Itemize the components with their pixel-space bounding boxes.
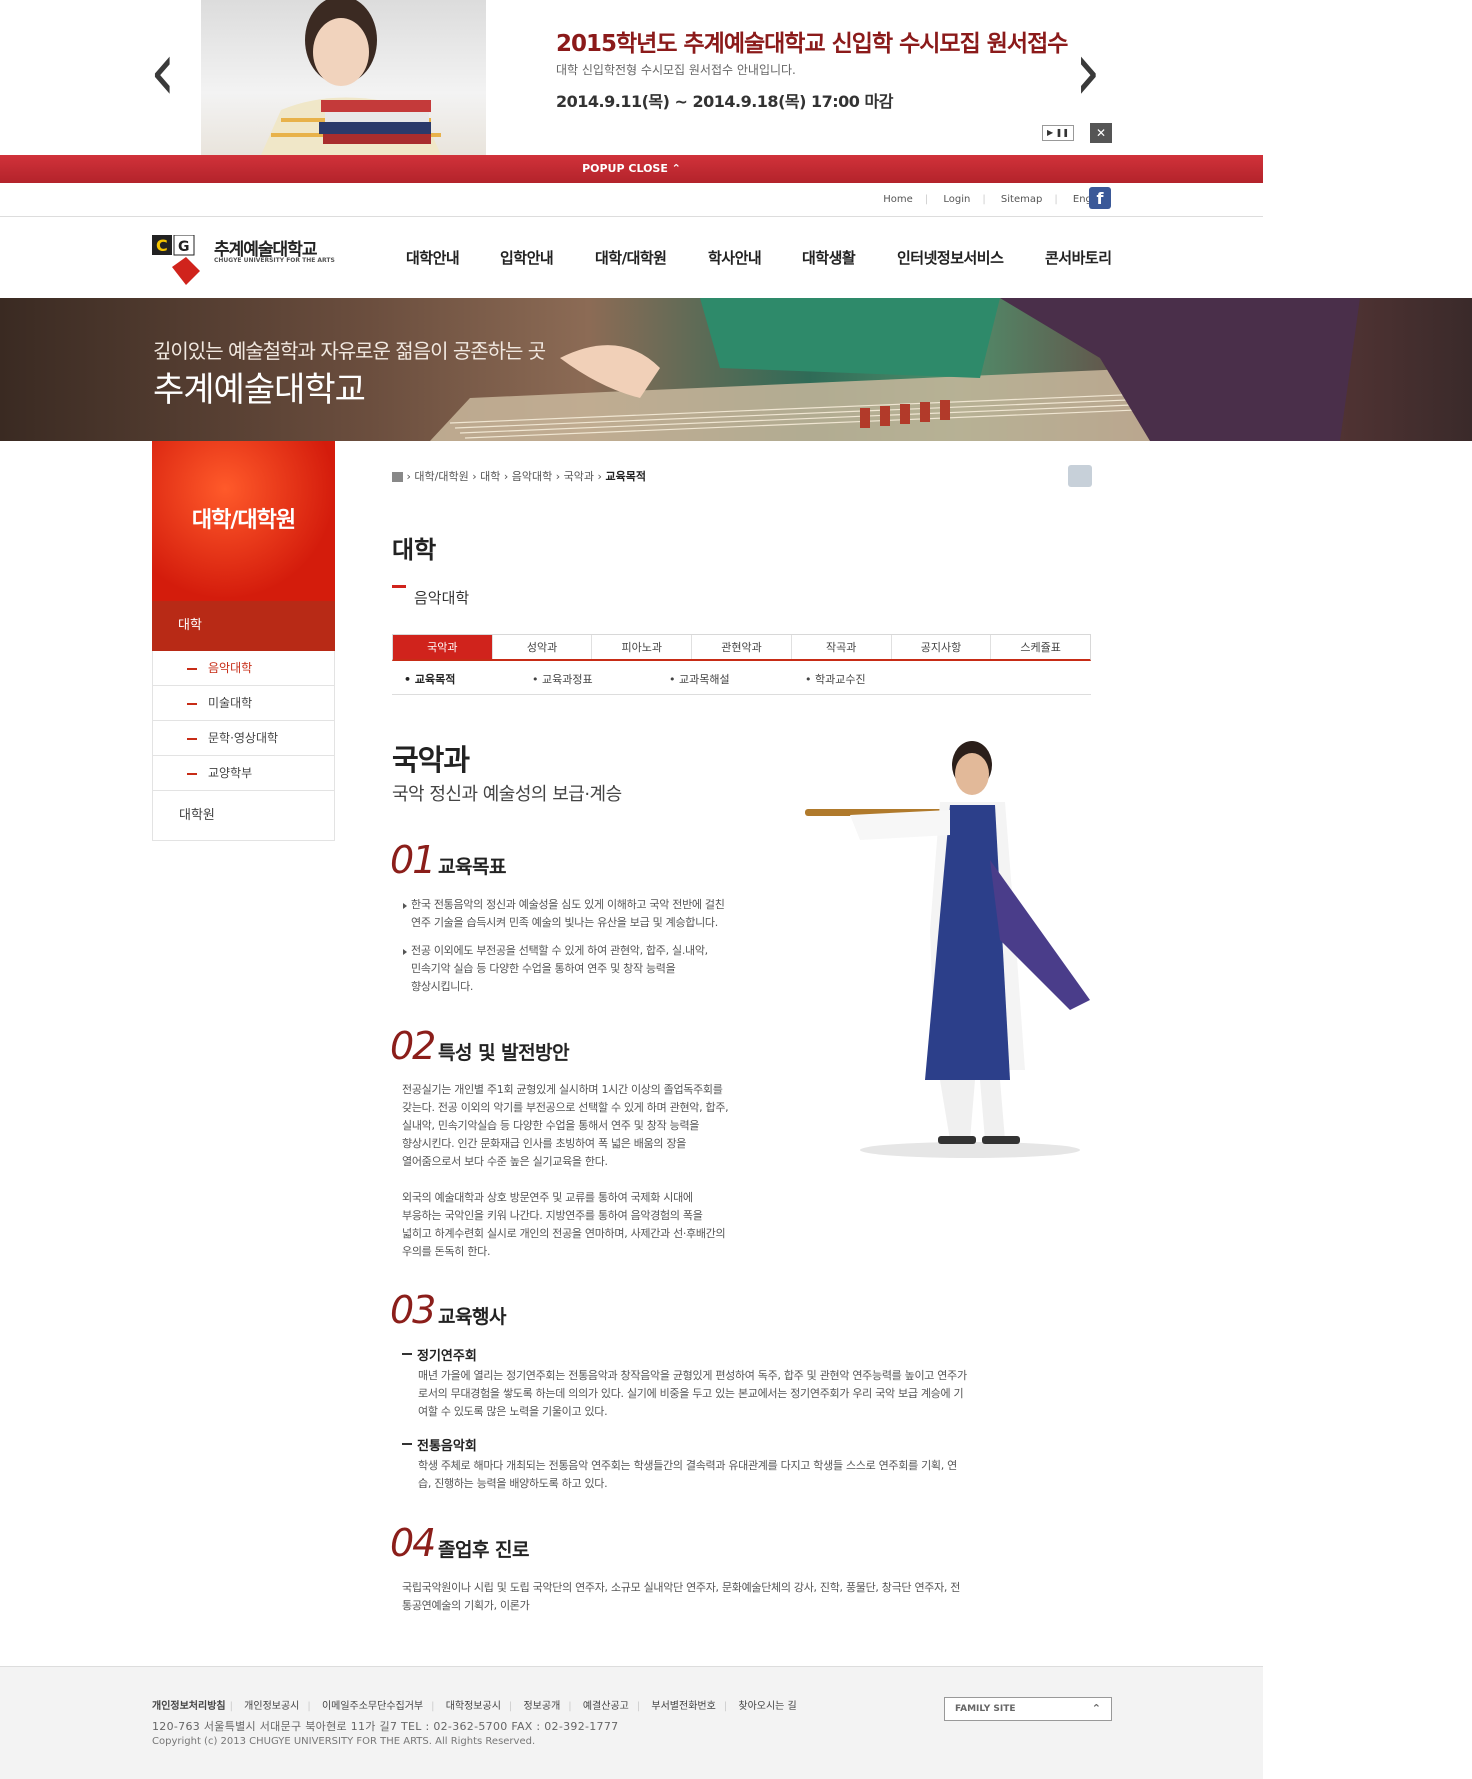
- section-title: 특성 및 발전방안: [438, 1042, 570, 1064]
- paragraph: 외국의 예술대학과 상호 방문연주 및 교류를 통하여 국제화 시대에 부응하는 …: [402, 1191, 726, 1258]
- logo[interactable]: C G 추계예술대학교 CHUGYE UNIVERSITY FOR THE AR…: [152, 234, 352, 290]
- tab-korean-music[interactable]: 국악과: [393, 635, 493, 659]
- lnb-item-college[interactable]: 대학: [152, 601, 335, 651]
- subtab-curriculum[interactable]: • 교육과정표: [532, 671, 593, 687]
- lnb-sub-art[interactable]: 미술대학: [152, 686, 335, 721]
- footer-copyright: Copyright (c) 2013 CHUGYE UNIVERSITY FOR…: [152, 1736, 536, 1747]
- tab-vocal[interactable]: 성악과: [493, 635, 593, 659]
- subtab-course-description[interactable]: • 교과목해설: [669, 671, 730, 687]
- lnb-title: 대학/대학원: [152, 441, 335, 601]
- gnb-internet-service[interactable]: 인터넷정보서비스: [897, 247, 1004, 268]
- tab-schedule[interactable]: 스케쥴표: [991, 635, 1090, 659]
- paragraph: 국립국악원이나 시립 및 도립 국악단의 연주자, 소규모 실내악단 연주자, …: [402, 1581, 961, 1612]
- list-item: 한국 전통음악의 정신과 예술성을 심도 있게 이해하고 국악 전반에 걸친 연주…: [403, 896, 725, 932]
- section-number: 02: [390, 1024, 436, 1068]
- section-title: 교육목표: [438, 856, 506, 878]
- gnb-college[interactable]: 대학/대학원: [595, 247, 667, 268]
- footer-link[interactable]: 찾아오시는 길: [734, 1701, 800, 1712]
- department-tabs: 국악과 성악과 피아노과 관현악과 작곡과 공지사항 스케쥴표: [392, 634, 1091, 661]
- tab-composition[interactable]: 작곡과: [792, 635, 892, 659]
- footer-links: 개인정보처리방침 | 개인정보공시 | 이메일주소무단수집거부 | 대학정보공시 | 정…: [152, 1697, 801, 1712]
- gnb-academic[interactable]: 학사안내: [708, 247, 762, 268]
- subtab-faculty[interactable]: • 학과교수진: [805, 671, 866, 687]
- breadcrumb-current: 교육목적: [605, 470, 646, 483]
- gnb-about[interactable]: 대학안내: [406, 247, 460, 268]
- popup-banner: ‹ 2015학년도 추계예술대학교 신입학 수시모집 원서접수 대학 신입학전형…: [0, 0, 1263, 155]
- popup-student-photo: [201, 0, 486, 155]
- banner-subtitle: 깊이있는 예술철학과 자유로운 젊음이 공존하는 곳: [153, 339, 546, 363]
- family-site-select[interactable]: FAMILY SITE ⌃: [944, 1697, 1112, 1721]
- close-icon[interactable]: ✕: [1090, 123, 1112, 143]
- musician-photo: [800, 740, 1100, 1160]
- logo-mark-icon: C G: [152, 234, 200, 285]
- tab-piano[interactable]: 피아노과: [592, 635, 693, 659]
- popup-date: 2014.9.11(목) ~ 2014.9.18(목) 17:00 마감: [556, 92, 893, 111]
- util-link-sitemap[interactable]: Sitemap: [995, 194, 1048, 205]
- popup-close-bar[interactable]: POPUP CLOSE ⌃: [0, 155, 1263, 183]
- section-number: 03: [390, 1288, 436, 1332]
- footer-link[interactable]: 부서별전화번호: [647, 1701, 719, 1712]
- lnb-sub-liberal-arts[interactable]: 교양학부: [152, 756, 335, 791]
- section-title: 교육행사: [438, 1306, 506, 1328]
- footer-link[interactable]: 예결산공고: [579, 1701, 633, 1712]
- footer-address: 120-763 서울특별시 서대문구 북아현로 11가 길7 TEL : 02-…: [152, 1720, 619, 1733]
- svg-text:C: C: [156, 236, 168, 255]
- lnb-sub-music[interactable]: 음악대학: [152, 651, 335, 686]
- footer-link[interactable]: 이메일주소무단수집거부: [318, 1701, 427, 1712]
- next-arrow-icon[interactable]: ›: [1075, 30, 1101, 113]
- side-navigation: 대학/대학원 대학 음악대학 미술대학 문학·영상대학 교양학부 대학원: [152, 441, 335, 841]
- tab-orchestra[interactable]: 관현악과: [692, 635, 792, 659]
- util-link-login[interactable]: Login: [937, 194, 976, 205]
- footer-link-privacy[interactable]: 개인정보처리방침: [152, 1701, 226, 1712]
- event-title: 전통음악회: [402, 1435, 477, 1454]
- chevron-up-icon: ⌃: [1091, 1702, 1101, 1715]
- banner-title: 추계예술대학교: [153, 370, 366, 410]
- logo-name-en: CHUGYE UNIVERSITY FOR THE ARTS: [214, 257, 335, 264]
- section-number: 04: [390, 1521, 436, 1565]
- gnb-campus-life[interactable]: 대학생활: [802, 247, 856, 268]
- gnb-admission[interactable]: 입학안내: [500, 247, 554, 268]
- section-number: 01: [390, 838, 436, 882]
- list-item: 전공 이외에도 부전공을 선택할 수 있게 하여 관현악, 합주, 실.내악, 민…: [403, 942, 708, 996]
- paragraph: 전공실기는 개인별 주1회 균형있게 실시하며 1시간 이상의 졸업독주회를 갖는…: [402, 1083, 729, 1168]
- department-tagline: 국악 정신과 예술성의 보급·계승: [392, 784, 622, 805]
- page-title: 대학: [392, 536, 437, 564]
- page-subtitle: 음악대학: [392, 585, 469, 608]
- lnb-item-graduate[interactable]: 대학원: [152, 791, 335, 841]
- paragraph: 매년 가을에 열리는 정기연주회는 전통음악과 창작음악을 균형있게 편성하여 …: [418, 1369, 967, 1418]
- section-title: 졸업후 진로: [438, 1539, 530, 1561]
- popup-subtitle: 대학 신입학전형 수시모집 원서접수 안내입니다.: [556, 63, 796, 77]
- utility-bar: Home| Login| Sitemap| English: [0, 183, 1263, 217]
- svg-text:G: G: [178, 239, 190, 255]
- footer-link[interactable]: 대학정보공시: [442, 1701, 505, 1712]
- util-link-home[interactable]: Home: [877, 194, 919, 205]
- footer-link[interactable]: 개인정보공시: [240, 1701, 303, 1712]
- facebook-icon[interactable]: f: [1089, 187, 1111, 209]
- event-title: 정기연주회: [402, 1345, 477, 1364]
- footer-link[interactable]: 정보공개: [519, 1701, 564, 1712]
- sub-tabs: • 교육목적 • 교육과정표 • 교과목해설 • 학과교수진: [392, 661, 1091, 695]
- breadcrumb-item[interactable]: 대학: [480, 470, 500, 483]
- prev-arrow-icon[interactable]: ‹: [150, 30, 176, 113]
- breadcrumb-item[interactable]: 음악대학: [512, 470, 552, 483]
- breadcrumb-item[interactable]: 대학/대학원: [414, 470, 468, 483]
- subtab-education-goal[interactable]: • 교육목적: [404, 671, 455, 687]
- tab-notice[interactable]: 공지사항: [892, 635, 992, 659]
- play-pause-control[interactable]: ▶ ❚❚: [1042, 125, 1074, 141]
- breadcrumb: › 대학/대학원 › 대학 › 음악대학 › 국악과 › 교육목적: [392, 468, 646, 484]
- lnb-sub-literature-film[interactable]: 문학·영상대학: [152, 721, 335, 756]
- popup-title: 2015학년도 추계예술대학교 신입학 수시모집 원서접수: [556, 31, 1068, 57]
- gnb-conservatory[interactable]: 콘서바토리: [1045, 247, 1112, 268]
- breadcrumb-item[interactable]: 국악과: [564, 470, 594, 483]
- print-icon[interactable]: [1068, 465, 1092, 487]
- paragraph: 학생 주체로 해마다 개최되는 전통음악 연주회는 학생들간의 결속력과 유대관…: [418, 1459, 957, 1490]
- home-icon[interactable]: [392, 472, 403, 482]
- department-name: 국악과: [392, 743, 470, 777]
